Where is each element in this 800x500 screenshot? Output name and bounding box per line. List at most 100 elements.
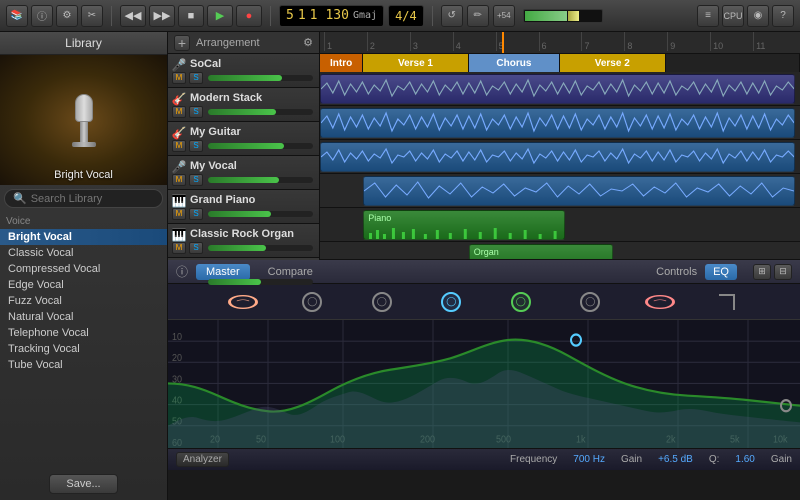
voice-item-bright[interactable]: Bright Vocal <box>0 229 167 245</box>
master-tab[interactable]: Master <box>196 264 250 280</box>
arrangement-settings-icon[interactable]: ⚙ <box>303 36 313 49</box>
search-box[interactable]: 🔍 <box>4 189 163 208</box>
stop-button[interactable]: ■ <box>178 5 204 27</box>
mute-btn-modern[interactable]: M <box>172 106 186 118</box>
eq-graph[interactable]: 10 20 30 40 50 60 20 <box>168 320 800 448</box>
cpu-icon[interactable]: CPU <box>722 5 744 27</box>
settings-icon[interactable]: ⚙ <box>56 5 78 27</box>
position-display: 5 1 1 <box>286 8 317 23</box>
play-button[interactable]: ▶ <box>207 5 233 27</box>
search-icon: 🔍 <box>13 192 27 205</box>
eq-tab-right[interactable]: EQ <box>705 264 737 280</box>
voice-item-tube[interactable]: Tube Vocal <box>0 357 167 373</box>
mute-btn-guitar[interactable]: M <box>172 140 186 152</box>
save-button[interactable]: Save... <box>49 474 117 494</box>
voice-item-telephone[interactable]: Telephone Vocal <box>0 325 167 341</box>
clip-piano[interactable]: Piano <box>363 210 565 240</box>
loop-icon[interactable]: ↺ <box>441 5 463 27</box>
clip-vocal[interactable] <box>363 176 795 206</box>
solo-btn-modern[interactable]: S <box>189 106 203 118</box>
section-verse1[interactable]: Verse 1 <box>363 54 469 72</box>
fader-vocal[interactable] <box>208 177 313 183</box>
eq-node-1[interactable]: ⌒ <box>228 295 258 309</box>
section-verse2[interactable]: Verse 2 <box>560 54 666 72</box>
track-controls-vocal: M S <box>172 174 315 186</box>
mute-btn-socal[interactable]: M <box>172 72 186 84</box>
mic-head <box>75 94 93 122</box>
fader-piano[interactable] <box>208 211 313 217</box>
library-icon[interactable]: 📚 <box>6 5 28 27</box>
fader-organ[interactable] <box>208 245 313 251</box>
voice-item-edge[interactable]: Edge Vocal <box>0 277 167 293</box>
forward-button[interactable]: ▶▶ <box>149 5 175 27</box>
eq-node-5[interactable]: ◯ <box>511 292 531 312</box>
fader-socal[interactable] <box>208 75 313 81</box>
eq-node-6[interactable]: ◯ <box>580 292 600 312</box>
track-header-organ: 🎹 Classic Rock Organ M S <box>168 224 319 258</box>
section-labels: Intro Verse 1 Chorus Verse 2 <box>320 54 800 72</box>
voice-item-classic[interactable]: Classic Vocal <box>0 245 167 261</box>
fader-strings[interactable] <box>208 279 313 285</box>
track-icon-socal: 🎤 <box>172 58 186 72</box>
solo-btn-organ[interactable]: S <box>189 242 203 254</box>
eq-node-3[interactable]: ◯ <box>372 292 392 312</box>
voice-item-fuzz[interactable]: Fuzz Vocal <box>0 293 167 309</box>
section-intro[interactable]: Intro <box>320 54 363 72</box>
clip-modern[interactable] <box>320 108 795 138</box>
arrangement-title: Arrangement <box>196 37 260 49</box>
add-track-button[interactable]: + <box>174 35 190 51</box>
pencil-icon[interactable]: ✏ <box>467 5 489 27</box>
ruler-9: 9 <box>667 32 710 51</box>
track-name-organ: Classic Rock Organ <box>190 228 294 240</box>
section-chorus[interactable]: Chorus <box>469 54 560 72</box>
mute-btn-vocal[interactable]: M <box>172 174 186 186</box>
solo-btn-socal[interactable]: S <box>189 72 203 84</box>
eq-expand-icon[interactable]: ⊞ <box>753 264 771 280</box>
key-display: Gmaj <box>353 10 377 21</box>
help-icon[interactable]: ? <box>772 5 794 27</box>
clip-organ[interactable]: Organ <box>469 244 613 259</box>
mute-btn-organ[interactable]: M <box>172 242 186 254</box>
cut-icon[interactable]: ✂ <box>81 5 103 27</box>
voice-item-natural[interactable]: Natural Vocal <box>0 309 167 325</box>
mute-btn-piano[interactable]: M <box>172 208 186 220</box>
bar-number: 5 <box>286 8 294 23</box>
compare-tab[interactable]: Compare <box>258 264 323 280</box>
track-controls-socal: M S <box>172 72 315 84</box>
eq-node-2[interactable]: ◯ <box>302 292 322 312</box>
ruler-3: 3 <box>410 32 453 51</box>
rewind-button[interactable]: ◀◀ <box>120 5 146 27</box>
clip-guitar[interactable] <box>320 142 795 172</box>
smartcontrols-icon[interactable]: ◉ <box>747 5 769 27</box>
fader-guitar[interactable] <box>208 143 313 149</box>
eq-node-7[interactable]: ⌒ <box>645 295 675 309</box>
search-input[interactable] <box>31 193 154 205</box>
lane-guitar <box>320 140 800 174</box>
sub-number: 1 <box>310 8 318 23</box>
solo-btn-vocal[interactable]: S <box>189 174 203 186</box>
transport-controls: ◀◀ ▶▶ ■ ▶ ● <box>120 5 262 27</box>
svg-text:10: 10 <box>172 332 182 344</box>
voice-item-tracking[interactable]: Tracking Vocal <box>0 341 167 357</box>
divider-3 <box>432 6 433 26</box>
zoom-icon[interactable]: +54 <box>493 5 515 27</box>
track-header-socalc: 🎤 SoCal M S <box>168 54 319 88</box>
eq-node-8[interactable] <box>719 294 735 310</box>
beat-number: 1 <box>298 8 306 23</box>
fader-modern[interactable] <box>208 109 313 115</box>
track-header-guitar: 🎸 My Guitar M S <box>168 122 319 156</box>
analyzer-button[interactable]: Analyzer <box>176 452 229 467</box>
eq-collapse-icon[interactable]: ⊟ <box>774 264 792 280</box>
mixer-icon[interactable]: ≡ <box>697 5 719 27</box>
ruler-8: 8 <box>624 32 667 51</box>
eq-node-4[interactable]: ◯ <box>441 292 461 312</box>
solo-btn-guitar[interactable]: S <box>189 140 203 152</box>
lane-organ: Organ <box>320 242 800 259</box>
time-signature[interactable]: 4/4 <box>388 5 424 27</box>
record-button[interactable]: ● <box>236 5 262 27</box>
info-icon[interactable]: ⓘ <box>31 5 53 27</box>
voice-item-compressed[interactable]: Compressed Vocal <box>0 261 167 277</box>
solo-btn-piano[interactable]: S <box>189 208 203 220</box>
clip-bass[interactable] <box>320 74 795 104</box>
tempo-display: 130 Gmaj <box>325 8 377 23</box>
